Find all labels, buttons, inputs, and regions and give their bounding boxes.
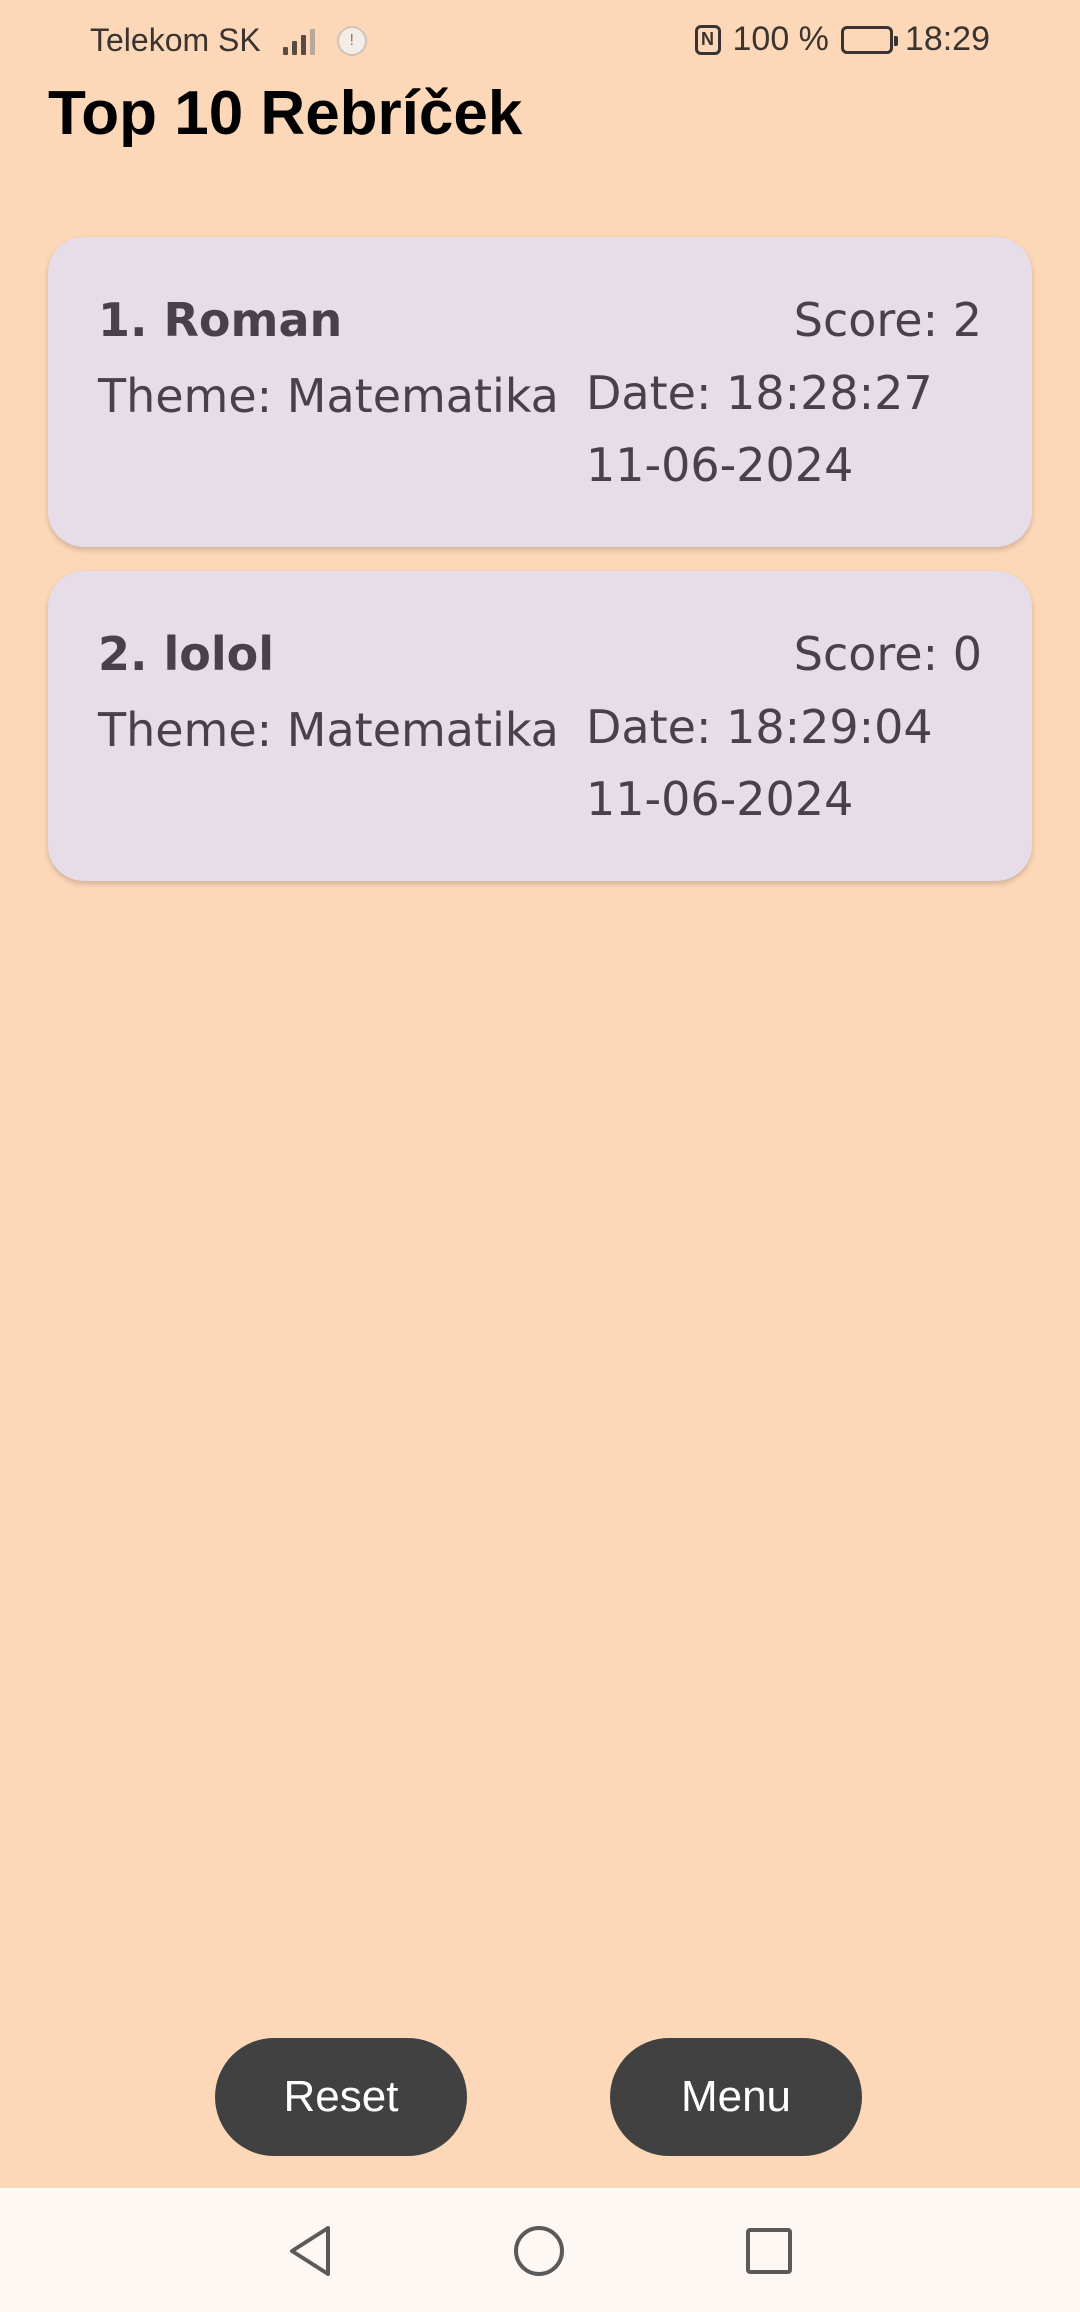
menu-button[interactable]: Menu [610,2038,862,2156]
player-score: Score: 2 [793,293,982,347]
home-icon[interactable] [514,2226,564,2276]
date-time: Date: 18:28:27 [586,366,933,420]
carrier-name: Telekom SK [90,22,261,58]
player-date: Date: 18:28:27 11-06-2024 [586,357,933,501]
hotspot-icon: ! [336,25,367,56]
player-date: Date: 18:29:04 11-06-2024 [586,691,933,835]
page-title: Top 10 Rebríček [48,79,523,148]
recent-apps-icon[interactable] [746,2228,792,2274]
player-theme: Theme: Matematika [98,703,559,757]
battery-icon [840,25,898,54]
date-time: Date: 18:29:04 [586,700,933,754]
player-score: Score: 0 [793,627,982,681]
date-day: 11-06-2024 [586,438,854,492]
clock: 18:29 [904,20,990,58]
reset-button[interactable]: Reset [215,2038,467,2156]
navigation-bar [0,2188,1080,2312]
player-name: 1. Roman [98,293,343,347]
signal-icon [282,27,315,55]
status-right: N 100 % 18:29 [694,20,990,59]
status-bar: Telekom SK ! N 100 % 18:29 [0,0,1080,84]
player-name: 2. lolol [98,627,275,681]
leaderboard-list: 1. Roman Score: 2 Theme: Matematika Date… [48,237,1032,905]
player-theme: Theme: Matematika [98,369,559,423]
battery-percent: 100 % [732,20,829,58]
leaderboard-card: 1. Roman Score: 2 Theme: Matematika Date… [48,237,1032,547]
leaderboard-card: 2. lolol Score: 0 Theme: Matematika Date… [48,571,1032,881]
nfc-icon: N [694,24,721,55]
status-left: Telekom SK ! [90,22,367,59]
back-icon[interactable] [286,2224,334,2278]
date-day: 11-06-2024 [586,772,854,826]
